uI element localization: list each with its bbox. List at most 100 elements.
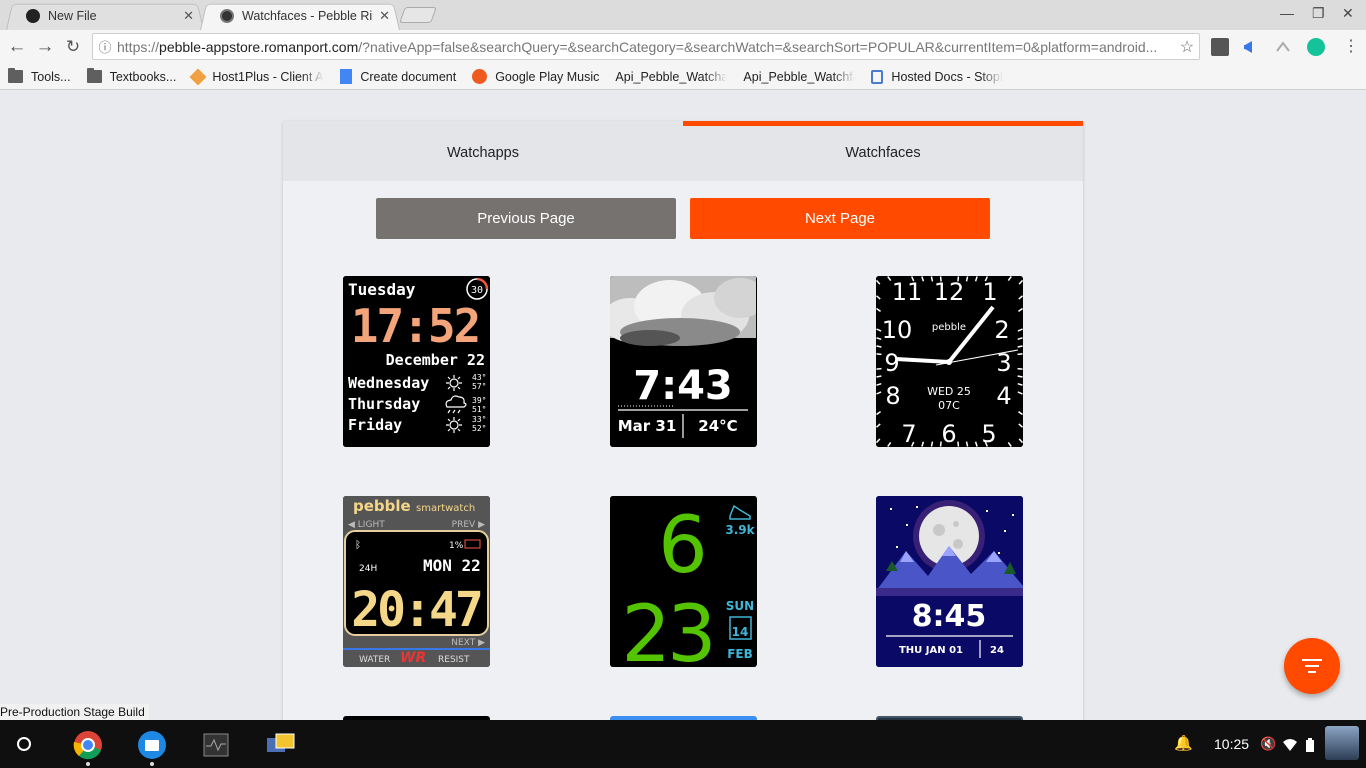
wifi-icon[interactable] xyxy=(1283,720,1297,768)
back-icon[interactable]: ← xyxy=(6,36,28,58)
watchface-month: FEB xyxy=(727,647,753,661)
dial-tick xyxy=(1017,367,1023,370)
chrome-icon[interactable] xyxy=(73,730,103,766)
megaphone-extension-icon[interactable] xyxy=(1242,38,1260,56)
button-hint-prev: PREV ▶ xyxy=(452,520,485,530)
close-tab-icon[interactable]: ✕ xyxy=(183,8,194,24)
watchface-card[interactable]: Tuesday 30 17:52 December 22 Wednesday T… xyxy=(343,276,490,447)
notification-bell-icon[interactable]: 🔔 xyxy=(1174,720,1193,768)
watchface-card[interactable]: 6 23 3.9k SUN 14 FEB xyxy=(610,496,757,667)
filter-icon-line xyxy=(1305,665,1319,667)
watchface-brand-sub: smartwatch xyxy=(416,503,475,514)
bookmark-label: Api_Pebble_Watchap xyxy=(615,69,728,84)
dial-numeral: 5 xyxy=(981,420,996,447)
previous-page-button[interactable]: Previous Page xyxy=(376,198,676,239)
bookmark-label: Google Play Music xyxy=(495,69,600,84)
watchface-minute: 23 xyxy=(621,590,712,667)
dial-numeral: 1 xyxy=(982,278,997,306)
bookmark-google-play-music[interactable]: Google Play Music xyxy=(472,69,599,84)
bookmark-hosted-docs[interactable]: Hosted Docs - StopLi xyxy=(871,69,1003,84)
watchface-date: December 22 xyxy=(386,351,485,369)
forecast-day: Friday xyxy=(348,416,402,434)
bookmark-label: Create document xyxy=(360,69,457,84)
launcher-icon[interactable] xyxy=(17,737,31,751)
watchface-date: THU JAN 01 xyxy=(899,645,963,656)
battery-status-icon[interactable] xyxy=(1306,720,1314,768)
watchface-badge: 30 xyxy=(471,285,483,296)
close-tab-icon[interactable]: ✕ xyxy=(379,8,390,24)
watchface-hour: 6 xyxy=(658,501,708,591)
watchface-date: WED 25 xyxy=(927,385,971,398)
share-extension-icon[interactable] xyxy=(1274,38,1292,56)
watchface-card[interactable]: 7:43 Mar 31 24°C xyxy=(610,276,757,447)
film-extension-icon[interactable] xyxy=(1211,38,1229,56)
forecast-high: 39° xyxy=(472,396,486,405)
menu-kebab-icon[interactable]: ⋮ xyxy=(1340,36,1362,58)
remote-desktop-icon[interactable] xyxy=(265,730,295,760)
new-tab-button[interactable] xyxy=(399,7,437,23)
bookmark-create-document[interactable]: Create document xyxy=(340,69,456,84)
bookmark-api-watchapps[interactable]: Api_Pebble_Watchap xyxy=(0,69,728,169)
reload-icon[interactable]: ↻ xyxy=(62,36,84,58)
watchface-card[interactable]: 11 12 1 10 2 9 3 8 4 7 6 5 pebble WED 25 07C xyxy=(876,276,1023,447)
play-music-icon xyxy=(472,69,488,84)
site-info-icon[interactable]: ⓘ xyxy=(93,37,117,56)
store-card: Watchapps Watchfaces Previous Page Next … xyxy=(283,121,1083,720)
restore-icon[interactable]: ❐ xyxy=(1312,5,1325,22)
tab-watchfaces[interactable]: Watchfaces xyxy=(683,121,1083,181)
forecast-high: 43° xyxy=(472,373,486,382)
bookmark-label: Api_Pebble_Watchfa xyxy=(743,69,856,84)
tab-watchapps[interactable]: Watchapps xyxy=(283,121,683,181)
watchface-temperature: 24 xyxy=(990,645,1004,656)
dial-numeral: 4 xyxy=(996,382,1011,410)
watchface-weekday: SUN xyxy=(726,599,754,613)
watchface-card[interactable]: pebble smartwatch ◀ LIGHT PREV ▶ ᛒ 1% 24… xyxy=(343,496,490,667)
bookmarks-bar: Tools... Textbooks... Host1Plus - Client… xyxy=(0,64,1366,169)
clock[interactable]: 10:25 xyxy=(1214,720,1249,768)
bluetooth-icon: ᛒ xyxy=(355,540,361,551)
address-bar[interactable]: ⓘ https://pebble-appstore.romanport.com/… xyxy=(92,33,1200,60)
watchface-battery: 1% xyxy=(449,541,464,551)
tab-title: New File xyxy=(48,9,97,23)
activity-monitor-icon[interactable] xyxy=(201,730,231,760)
filter-button[interactable] xyxy=(1284,638,1340,694)
watchface-temperature: 24°C xyxy=(698,417,737,435)
files-icon[interactable] xyxy=(137,730,167,766)
forecast-day: Wednesday xyxy=(348,374,429,392)
dial-tick xyxy=(1017,353,1023,356)
watchface-time: 17:52 xyxy=(351,299,479,353)
bookmark-star-icon[interactable]: ☆ xyxy=(1175,37,1199,57)
os-shelf: 🔔 10:25 🔇 xyxy=(0,720,1366,768)
url-text[interactable]: https://pebble-appstore.romanport.com/?n… xyxy=(117,39,1175,55)
close-window-icon[interactable]: ✕ xyxy=(1342,5,1354,22)
forward-icon[interactable]: → xyxy=(34,36,56,58)
dial-numeral: 2 xyxy=(994,316,1009,344)
bookmark-host1plus[interactable]: Host1Plus - Client Ar xyxy=(189,68,324,85)
user-avatar[interactable] xyxy=(1325,726,1359,760)
bookmark-tools[interactable]: Tools... xyxy=(8,68,71,84)
grammarly-icon[interactable] xyxy=(1307,38,1325,56)
bookmark-api-watchfaces[interactable]: Api_Pebble_Watchfa xyxy=(0,69,856,169)
muted-speaker-icon[interactable]: 🔇 xyxy=(1260,720,1276,768)
browser-tab-watchfaces[interactable]: Watchfaces - Pebble Ripp ✕ xyxy=(200,2,400,30)
browser-tab-new-file[interactable]: New File ✕ xyxy=(6,2,204,30)
watchface-time: 8:45 xyxy=(912,599,987,634)
tab-title: Watchfaces - Pebble Ripp xyxy=(242,9,374,23)
dial-numeral: 6 xyxy=(941,420,956,447)
dial-numeral: 12 xyxy=(934,278,965,306)
watchface-brand: pebble xyxy=(932,322,966,333)
watchface-card[interactable]: 8:45 THU JAN 01 24 xyxy=(876,496,1023,667)
bookmark-textbooks[interactable]: Textbooks... xyxy=(86,68,176,84)
tab-strip: New File ✕ Watchfaces - Pebble Ripp ✕ — … xyxy=(0,0,1366,30)
minimize-icon[interactable]: — xyxy=(1280,5,1294,21)
dial-tick xyxy=(876,345,882,348)
store-tabs: Watchapps Watchfaces xyxy=(283,121,1083,181)
dial-tick xyxy=(1017,345,1023,348)
cloud-icon xyxy=(610,276,756,346)
dial-numeral: 7 xyxy=(901,420,916,447)
watchface-resist: RESIST xyxy=(438,655,470,665)
dial-tick xyxy=(876,375,882,378)
watchface-time: 7:43 xyxy=(633,363,733,409)
next-page-button[interactable]: Next Page xyxy=(690,198,990,239)
watchface-water: WATER xyxy=(359,655,390,665)
